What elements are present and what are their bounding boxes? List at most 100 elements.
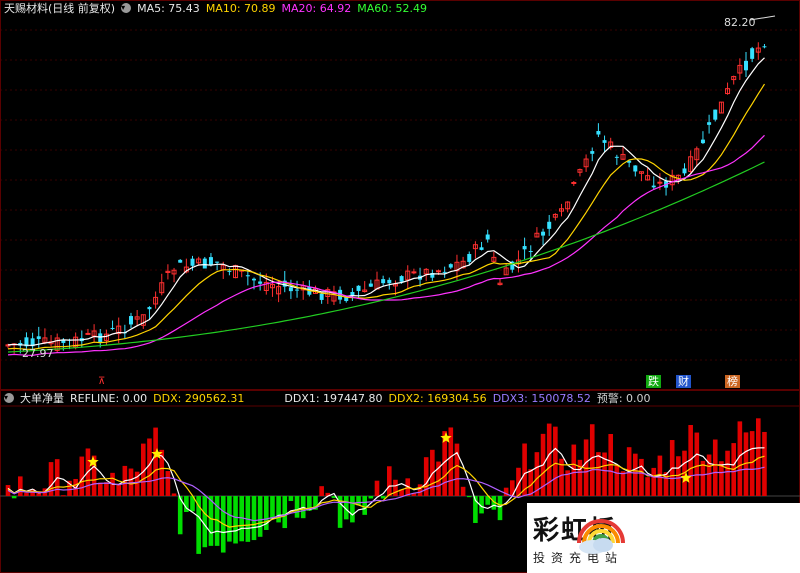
candle (479, 241, 484, 251)
ma5-line (7, 57, 765, 347)
event-tag-drop[interactable]: 跌 (646, 375, 661, 388)
ddx-bar (393, 479, 398, 496)
candle (547, 214, 552, 236)
candle (54, 333, 60, 353)
ddx-bar (104, 482, 109, 496)
candle (368, 279, 373, 287)
ddx2-value: DDX2: 169304.56 (388, 391, 487, 405)
event-marker[interactable]: ⊼ (96, 375, 107, 388)
ddx-bar (639, 458, 644, 496)
ddx-bar (233, 496, 238, 544)
candle (98, 328, 103, 348)
candle (48, 335, 54, 347)
chevron-down-icon[interactable]: ▾ (4, 393, 14, 403)
candle (737, 58, 743, 80)
ddx-bar (319, 486, 324, 496)
candle (319, 293, 324, 304)
ddx-bar (694, 432, 700, 496)
ddx-bar (553, 426, 558, 496)
ddx-bar (116, 483, 121, 496)
ma5-value: MA5: 75.43 (137, 1, 200, 15)
ddx-bar (712, 439, 718, 496)
chevron-down-icon[interactable]: ▾ (121, 3, 132, 13)
low-price-label: 27.97 (22, 347, 54, 360)
candle (651, 176, 656, 190)
candle (552, 213, 558, 221)
candle (596, 123, 601, 138)
candle (215, 261, 220, 271)
watermark: 彩虹桥 投资充电站 (527, 503, 800, 573)
ddx-bar (251, 496, 257, 541)
candle (202, 256, 207, 269)
ma20-line (7, 134, 765, 357)
ddx-bar (18, 476, 23, 496)
candle (718, 101, 724, 114)
ddx-bar (614, 465, 620, 496)
candle (633, 165, 638, 177)
candle (620, 146, 626, 160)
candle (755, 42, 761, 60)
candle (171, 267, 177, 283)
candle (374, 271, 380, 290)
candle (134, 309, 140, 327)
ddx-bar (676, 456, 681, 496)
event-tag-finance[interactable]: 财 (676, 375, 691, 388)
candle (381, 275, 386, 286)
ddx-bar (417, 484, 423, 496)
candle (682, 163, 687, 176)
stock-name[interactable]: 天赐材料(日线 前复权) (4, 0, 115, 16)
candle (448, 263, 453, 269)
ddx-bar (497, 496, 503, 521)
candle (300, 281, 306, 300)
candle (541, 228, 546, 246)
candle (430, 269, 435, 282)
alert-value: 预警: 0.00 (596, 392, 651, 405)
ddx-bar (208, 496, 214, 546)
ddx-bar (368, 496, 374, 499)
price-chart-panel[interactable]: 天赐材料(日线 前复权) ▾ MA5: 75.43 MA10: 70.89 MA… (0, 0, 800, 390)
candle (467, 251, 472, 265)
refline-value: REFLINE: 0.00 (70, 391, 148, 405)
ddx-bar (270, 496, 275, 519)
candle (645, 168, 651, 181)
ddx-bar (546, 423, 552, 496)
candle (602, 135, 607, 152)
ddx-bar (350, 496, 355, 523)
ddx-bar (171, 493, 177, 496)
event-tag-board[interactable]: 榜 (725, 375, 740, 388)
candle (700, 131, 705, 145)
candle (411, 268, 417, 275)
candle (571, 181, 577, 186)
candle (707, 114, 712, 134)
candle (178, 259, 183, 263)
candle (614, 154, 619, 165)
candle (485, 229, 490, 243)
ddx-bar (97, 482, 103, 496)
ddx-bar (571, 444, 577, 496)
candle (491, 251, 497, 264)
ddx-bar (620, 471, 626, 496)
ddx-bar (202, 496, 208, 548)
ddx-bar (528, 469, 534, 496)
high-price-label: 82.20 (724, 16, 756, 29)
candlestick-chart[interactable] (0, 0, 800, 390)
ddx-bar (374, 480, 380, 496)
ddx-bar (454, 443, 460, 496)
ddx3-value: DDX3: 150078.52 (492, 391, 591, 405)
candle (307, 280, 312, 297)
ma60-value: MA60: 52.49 (357, 1, 427, 15)
candle (362, 281, 368, 293)
ddx-value: DDX: 290562.31 (153, 391, 245, 405)
candle (129, 312, 133, 329)
ddx-bar (589, 424, 595, 496)
ddx-bar (24, 492, 29, 496)
candle (73, 332, 79, 350)
ddx-bar (227, 496, 232, 542)
ma10-value: MA10: 70.89 (205, 1, 276, 15)
ddx-bar (257, 496, 263, 537)
ddx-bar (645, 477, 650, 496)
candle (159, 273, 165, 296)
candle (522, 237, 527, 260)
ddx-bar (294, 496, 300, 518)
indicator-name[interactable]: 大单净量 (20, 390, 64, 406)
